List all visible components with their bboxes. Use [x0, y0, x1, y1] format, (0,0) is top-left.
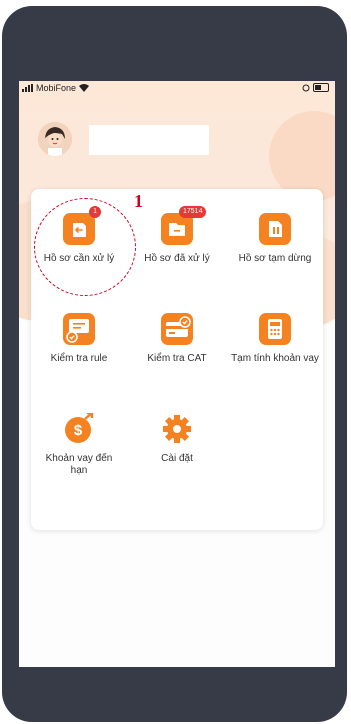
- gear-icon: [161, 413, 193, 445]
- wifi-icon: [79, 84, 90, 92]
- svg-text:$: $: [74, 422, 83, 439]
- orientation-lock-icon: [302, 84, 310, 91]
- menu-item-label: Tạm tính khoản vay: [231, 353, 319, 364]
- battery-icon: [313, 83, 329, 92]
- menu-item-settings[interactable]: Cài đặt: [129, 413, 225, 465]
- menu-item-label: Khoản vay đến hạn: [45, 453, 113, 476]
- decor-circle: [269, 111, 335, 201]
- menu-item-label: Hồ sơ tạm dừng: [238, 253, 312, 264]
- count-badge: 17514: [179, 206, 207, 218]
- avatar[interactable]: [38, 122, 72, 156]
- menu-item-label: Kiểm tra CAT: [147, 353, 207, 364]
- app-screen: MobiFone 1 Hồ sơ cần xử lý 17514 Hồ sơ đ…: [19, 81, 335, 667]
- menu-item-processed-profiles[interactable]: 17514 Hồ sơ đã xử lý: [129, 206, 225, 265]
- signal-icon: [22, 84, 33, 92]
- menu-item-check-rule[interactable]: Kiểm tra rule: [31, 313, 127, 365]
- menu-item-loans-due[interactable]: $ Khoản vay đến hạn: [31, 411, 127, 477]
- menu-item-paused-profiles[interactable]: Hồ sơ tạm dừng: [227, 213, 323, 265]
- menu-item-label: Hồ sơ đã xử lý: [144, 253, 210, 264]
- chat-check-icon: [63, 313, 95, 345]
- user-name-field: [89, 125, 209, 155]
- menu-item-label: Cài đặt: [161, 453, 193, 464]
- calculator-icon: [259, 313, 291, 345]
- highlight-circle: [34, 198, 136, 296]
- status-bar: MobiFone: [19, 81, 335, 95]
- menu-item-loan-estimate[interactable]: Tạm tính khoản vay: [227, 313, 323, 365]
- dollar-arrow-icon: $: [63, 411, 95, 445]
- carrier-name: MobiFone: [36, 83, 77, 93]
- menu-item-check-cat[interactable]: Kiểm tra CAT: [129, 313, 225, 365]
- card-check-icon: [161, 313, 193, 345]
- menu-item-label: Kiểm tra rule: [50, 353, 108, 364]
- phone-frame: MobiFone 1 Hồ sơ cần xử lý 17514 Hồ sơ đ…: [2, 6, 347, 722]
- pause-document-icon: [259, 213, 291, 245]
- folder-icon: 17514: [161, 206, 207, 245]
- annotation-marker: 1: [134, 191, 143, 211]
